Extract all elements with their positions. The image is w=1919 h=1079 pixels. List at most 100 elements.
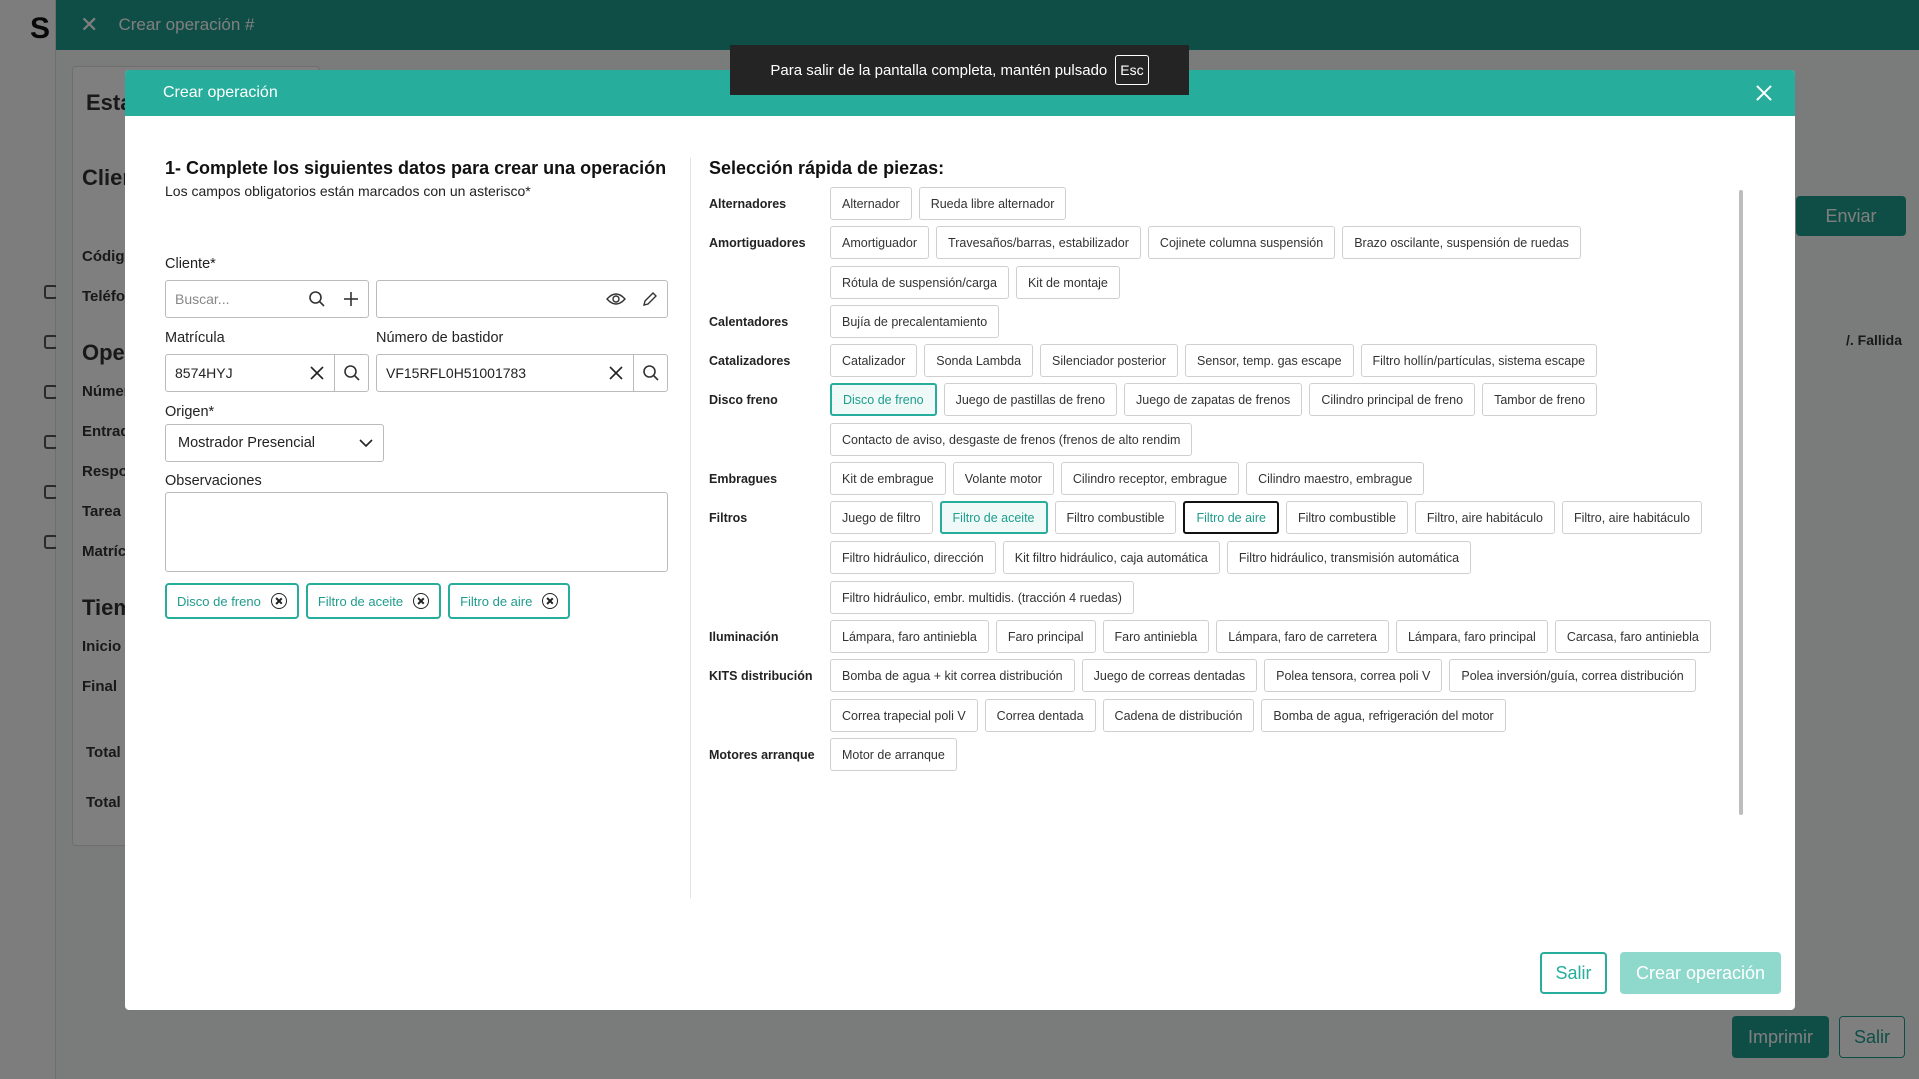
form-subheading: Los campos obligatorios están marcados c… (165, 183, 531, 199)
edit-icon[interactable] (633, 281, 667, 317)
part-button[interactable]: Carcasa, faro antiniebla (1554, 620, 1711, 653)
part-button[interactable]: Brazo oscilante, suspensión de ruedas (1342, 226, 1581, 259)
part-button[interactable]: Cojinete columna suspensión (1147, 226, 1336, 259)
part-button[interactable]: Correa trapecial poli V (830, 699, 978, 732)
origin-select[interactable]: Mostrador Presencial (165, 424, 384, 462)
part-button[interactable]: Motor de arranque (830, 738, 957, 771)
part-button[interactable]: Filtro hidráulico, transmisión automátic… (1226, 541, 1472, 574)
toast-message: Para salir de la pantalla completa, mant… (770, 61, 1108, 79)
category-row: Filtros Juego de filtro Filtro de aceite Fi… (709, 501, 1739, 614)
part-button[interactable]: Bujía de precalentamiento (830, 305, 1000, 338)
part-button[interactable]: Sonda Lambda (924, 344, 1034, 377)
client-search-input[interactable]: Buscar... (166, 291, 300, 307)
chip-label: Filtro de aire (460, 593, 533, 609)
add-icon[interactable] (334, 281, 368, 317)
selected-chip[interactable]: Disco de freno (165, 583, 299, 619)
part-button[interactable]: Filtro, aire habitáculo (1414, 501, 1555, 534)
client-value-field[interactable] (376, 280, 668, 318)
part-button[interactable]: Juego de zapatas de frenos (1124, 383, 1303, 416)
search-icon[interactable] (334, 355, 368, 391)
part-button[interactable]: Disco de freno (830, 383, 937, 416)
part-button[interactable]: Filtro combustible (1054, 501, 1177, 534)
clear-icon[interactable] (599, 355, 633, 391)
category-parts: Kit de embrague Volante motor Cilindro rec… (830, 462, 1739, 495)
category-name: Embragues (709, 472, 778, 486)
part-button[interactable]: Lámpara, faro principal (1395, 620, 1548, 653)
part-button[interactable]: Contacto de aviso, desgaste de frenos (f… (830, 423, 1193, 456)
search-icon[interactable] (300, 281, 334, 317)
part-button[interactable]: Amortiguador (830, 226, 930, 259)
category-name: Amortiguadores (709, 236, 806, 250)
vin-input[interactable]: VF15RFL0H51001783 (377, 365, 599, 381)
part-button[interactable]: Cilindro principal de freno (1309, 383, 1476, 416)
part-button[interactable]: Filtro combustible (1285, 501, 1408, 534)
remove-chip-icon[interactable] (542, 593, 559, 609)
part-button[interactable]: Juego de filtro (830, 501, 933, 534)
plate-label: Matrícula (165, 330, 225, 346)
close-icon[interactable] (1755, 84, 1773, 102)
part-button[interactable]: Bomba de agua + kit correa distribución (830, 659, 1075, 692)
vin-field[interactable]: VF15RFL0H51001783 (376, 354, 668, 392)
part-button[interactable]: Travesaños/barras, estabilizador (936, 226, 1141, 259)
part-button[interactable]: Juego de correas dentadas (1081, 659, 1258, 692)
part-button[interactable]: Kit de embrague (830, 462, 946, 495)
create-operation-modal: Crear operación 1- Complete los siguient… (125, 70, 1795, 1010)
part-button[interactable]: Lámpara, faro antiniebla (830, 620, 989, 653)
part-button[interactable]: Alternador (830, 187, 912, 220)
plate-input[interactable]: 8574HYJ (166, 365, 300, 381)
remove-chip-icon[interactable] (413, 593, 430, 609)
part-button[interactable]: Rótula de suspensión/carga (830, 266, 1009, 299)
part-button[interactable]: Lámpara, faro de carretera (1216, 620, 1389, 653)
part-button[interactable]: Filtro hidráulico, embr. multidis. (trac… (830, 581, 1134, 614)
category-row: Calentadores Bujía de precalentamiento (709, 305, 1739, 338)
selected-chip[interactable]: Filtro de aceite (305, 583, 442, 619)
part-button[interactable]: Cilindro receptor, embrague (1060, 462, 1240, 495)
part-button[interactable]: Filtro, aire habitáculo (1561, 501, 1702, 534)
part-button[interactable]: Silenciador posterior (1040, 344, 1178, 377)
part-button[interactable]: Kit filtro hidráulico, caja automática (1002, 541, 1220, 574)
client-label: Cliente* (165, 256, 216, 272)
category-row: Alternadores Alternador Rueda libre altern… (709, 187, 1739, 220)
plate-field[interactable]: 8574HYJ (165, 354, 369, 392)
part-button[interactable]: Cilindro maestro, embrague (1246, 462, 1425, 495)
category-parts: Bujía de precalentamiento (830, 305, 1739, 338)
part-button[interactable]: Filtro hidráulico, dirección (830, 541, 996, 574)
part-button[interactable]: Polea tensora, correa poli V (1264, 659, 1443, 692)
selected-parts-chips: Disco de freno Filtro de aceite Filtro d… (165, 583, 571, 619)
category-parts: Disco de freno Juego de pastillas de fren… (830, 383, 1739, 456)
remove-chip-icon[interactable] (270, 593, 287, 609)
scrollbar[interactable] (1739, 190, 1743, 815)
part-button[interactable]: Kit de montaje (1015, 266, 1120, 299)
selected-chip[interactable]: Filtro de aire (448, 583, 571, 619)
quick-parts-title: Selección rápida de piezas: (709, 158, 945, 178)
part-button[interactable]: Faro principal (995, 620, 1096, 653)
part-button[interactable]: Juego de pastillas de freno (943, 383, 1118, 416)
create-operation-button[interactable]: Crear operación (1620, 952, 1781, 994)
part-button[interactable]: Catalizador (830, 344, 918, 377)
exit-button[interactable]: Salir (1540, 952, 1607, 994)
eye-icon[interactable] (599, 281, 633, 317)
origin-value: Mostrador Presencial (178, 435, 315, 451)
part-button[interactable]: Rueda libre alternador (918, 187, 1067, 220)
part-button[interactable]: Correa dentada (984, 699, 1096, 732)
modal-title: Crear operación (163, 84, 278, 101)
esc-key: Esc (1115, 55, 1149, 85)
part-button[interactable]: Filtro hollín/partículas, sistema escape (1360, 344, 1598, 377)
part-button[interactable]: Polea inversión/guía, correa distribució… (1449, 659, 1696, 692)
part-button[interactable]: Bomba de agua, refrigeración del motor (1261, 699, 1506, 732)
part-button[interactable]: Filtro de aceite (939, 501, 1048, 534)
part-button[interactable]: Volante motor (952, 462, 1054, 495)
part-button[interactable]: Filtro de aire (1183, 501, 1279, 534)
clear-icon[interactable] (300, 355, 334, 391)
category-parts: Lámpara, faro antiniebla Faro principal Fa… (830, 620, 1739, 653)
part-button[interactable]: Faro antiniebla (1102, 620, 1210, 653)
category-row: Motores arranque Motor de arranque (709, 738, 1739, 771)
category-parts: Bomba de agua + kit correa distribución J… (830, 659, 1739, 732)
notes-textarea[interactable] (165, 492, 668, 572)
part-button[interactable]: Cadena de distribución (1102, 699, 1255, 732)
search-icon[interactable] (633, 355, 667, 391)
chevron-down-icon[interactable] (349, 425, 383, 461)
part-button[interactable]: Tambor de freno (1482, 383, 1598, 416)
client-search-field[interactable]: Buscar... (165, 280, 369, 318)
part-button[interactable]: Sensor, temp. gas escape (1184, 344, 1354, 377)
